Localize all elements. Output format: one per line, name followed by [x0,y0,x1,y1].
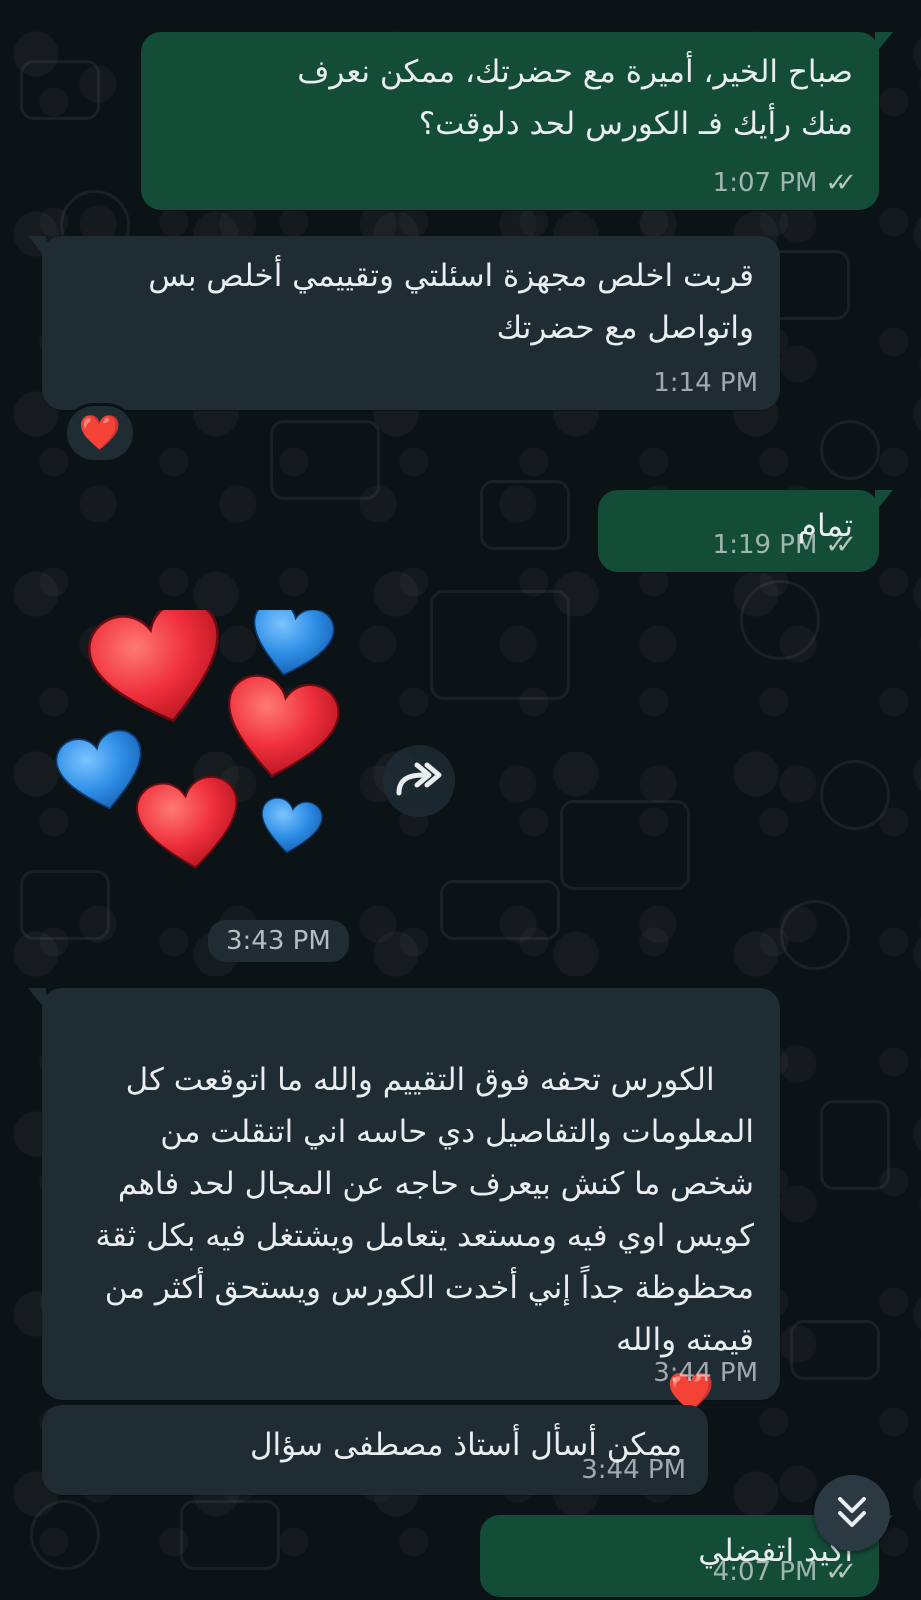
outgoing-message[interactable]: تمام 1:19 PM ✓✓ [598,490,893,572]
double-chevron-down-icon [838,1497,866,1527]
bubble-tail [28,236,46,258]
message-text-body: الكورس تحفه فوق التقييم والله ما اتوقعت … [85,1062,754,1358]
outgoing-message[interactable]: صباح الخير، أميرة مع حضرتك، ممكن نعرف من… [141,32,893,210]
incoming-message[interactable]: الكورس تحفه فوق التقييم والله ما اتوقعت … [28,988,780,1414]
message-reaction[interactable]: ❤️ [64,403,136,463]
sticker-time: 3:43 PM [208,920,349,962]
hearts-sticker[interactable] [51,592,355,900]
hearts-sticker-image [51,592,344,876]
forward-icon [396,762,442,796]
message-text: الكورس تحفه فوق التقييم والله ما اتوقعت … [68,1002,754,1473]
message-meta: 1:14 PM [653,368,758,398]
message-text: صباح الخير، أميرة مع حضرتك، ممكن نعرف من… [287,54,853,142]
message-time: 1:19 PM [712,530,818,560]
message-meta: 4:07 PM ✓✓ [713,1557,857,1587]
message-meta: 3:44 PM [653,1358,758,1388]
double-check-icon: ✓✓ [825,168,856,198]
double-check-icon: ✓✓ [825,530,856,560]
message-meta: 1:19 PM ✓✓ [713,530,857,560]
message-meta: 1:07 PM ✓✓ [713,168,857,198]
double-check-icon: ✓✓ [825,1557,856,1587]
message-meta: 3:44 PM [581,1455,686,1485]
heart-emoji: ❤️ [78,413,122,453]
message-time: 1:07 PM [712,168,818,198]
incoming-message[interactable]: ممكن أسأل أستاذ مصطفى سؤال 3:44 PM [42,1405,708,1495]
message-time: 4:07 PM [712,1557,818,1587]
message-time: 1:14 PM [653,368,758,398]
bubble-tail [875,32,893,54]
scroll-to-bottom-button[interactable] [814,1475,890,1551]
bubble-tail [28,988,46,1010]
message-time: 3:44 PM [581,1455,686,1485]
message-text: قربت اخلص مجهزة اسئلتي وتقييمي أخلص بس و… [138,258,754,346]
bubble-tail [875,490,893,512]
message-time: 3:44 PM [653,1358,758,1388]
forward-button[interactable] [383,745,455,817]
incoming-message[interactable]: قربت اخلص مجهزة اسئلتي وتقييمي أخلص بس و… [28,236,780,410]
